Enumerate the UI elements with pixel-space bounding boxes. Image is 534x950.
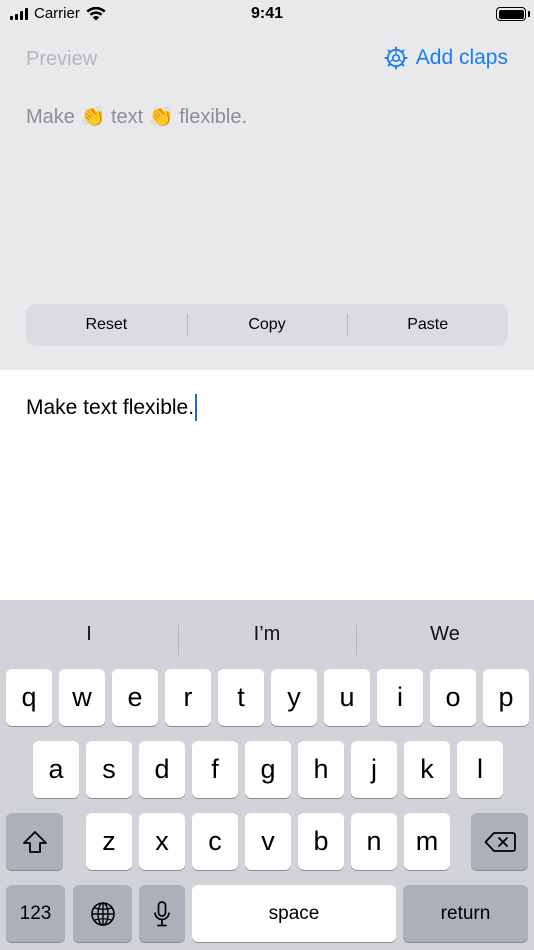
key-v[interactable]: v <box>245 813 291 870</box>
text-cursor <box>195 394 198 421</box>
key-g[interactable]: g <box>245 741 291 798</box>
key-n[interactable]: n <box>351 813 397 870</box>
suggestion-item[interactable]: I’m <box>178 623 356 655</box>
copy-button[interactable]: Copy <box>186 314 348 336</box>
key-p[interactable]: p <box>483 669 529 726</box>
status-bar: Carrier 9:41 <box>0 0 534 30</box>
key-s[interactable]: s <box>86 741 132 798</box>
preview-label: Preview <box>26 48 98 70</box>
action-segmented-control: Reset Copy Paste <box>26 304 508 346</box>
key-x[interactable]: x <box>139 813 185 870</box>
keyboard: I I’m We q w e r t y u i o p a s d f g h… <box>0 600 534 950</box>
key-i[interactable]: i <box>377 669 423 726</box>
key-j[interactable]: j <box>351 741 397 798</box>
key-q[interactable]: q <box>6 669 52 726</box>
battery-icon <box>496 7 526 21</box>
reset-button[interactable]: Reset <box>26 316 187 334</box>
preview-word: flexible. <box>179 106 248 128</box>
key-r[interactable]: r <box>165 669 211 726</box>
microphone-icon <box>154 900 170 926</box>
delete-key[interactable] <box>471 813 528 870</box>
globe-icon <box>90 901 115 926</box>
preview-word: Make <box>26 106 75 128</box>
return-key[interactable]: return <box>403 885 528 942</box>
delete-icon <box>484 831 516 852</box>
text-editor[interactable]: Make text flexible. <box>0 370 534 600</box>
status-time: 9:41 <box>250 5 284 22</box>
key-t[interactable]: t <box>218 669 264 726</box>
add-claps-label: Add claps <box>415 46 508 69</box>
key-w[interactable]: w <box>59 669 105 726</box>
key-f[interactable]: f <box>192 741 238 798</box>
key-z[interactable]: z <box>86 813 132 870</box>
clap-icon: 👏 <box>148 106 174 128</box>
shift-icon <box>22 830 47 853</box>
gear-icon <box>384 46 408 70</box>
key-h[interactable]: h <box>298 741 344 798</box>
suggestion-bar: I I’m We <box>0 614 534 655</box>
key-e[interactable]: e <box>112 669 158 726</box>
preview-text: Make 👏 text 👏 flexible. <box>26 104 247 129</box>
key-l[interactable]: l <box>457 741 503 798</box>
preview-word: text <box>110 106 144 128</box>
key-c[interactable]: c <box>192 813 238 870</box>
preview-panel: Preview Add claps Make 👏 text 👏 flexible… <box>0 30 534 370</box>
microphone-key[interactable] <box>139 885 185 942</box>
key-y[interactable]: y <box>271 669 317 726</box>
suggestion-item[interactable]: We <box>356 623 534 655</box>
paste-button[interactable]: Paste <box>347 314 508 336</box>
editor-text: Make text flexible. <box>26 395 195 419</box>
editor-content: Make text flexible. <box>26 394 198 421</box>
suggestion-item[interactable]: I <box>0 623 178 646</box>
key-m[interactable]: m <box>404 813 450 870</box>
globe-key[interactable] <box>73 885 132 942</box>
add-claps-button[interactable]: Add claps <box>384 46 508 70</box>
key-a[interactable]: a <box>33 741 79 798</box>
shift-key[interactable] <box>6 813 63 870</box>
numbers-key[interactable]: 123 <box>6 885 65 942</box>
space-key[interactable]: space <box>192 885 396 942</box>
key-d[interactable]: d <box>139 741 185 798</box>
clap-icon: 👏 <box>80 106 106 128</box>
battery-cap <box>528 11 530 17</box>
key-o[interactable]: o <box>430 669 476 726</box>
key-k[interactable]: k <box>404 741 450 798</box>
key-u[interactable]: u <box>324 669 370 726</box>
key-b[interactable]: b <box>298 813 344 870</box>
